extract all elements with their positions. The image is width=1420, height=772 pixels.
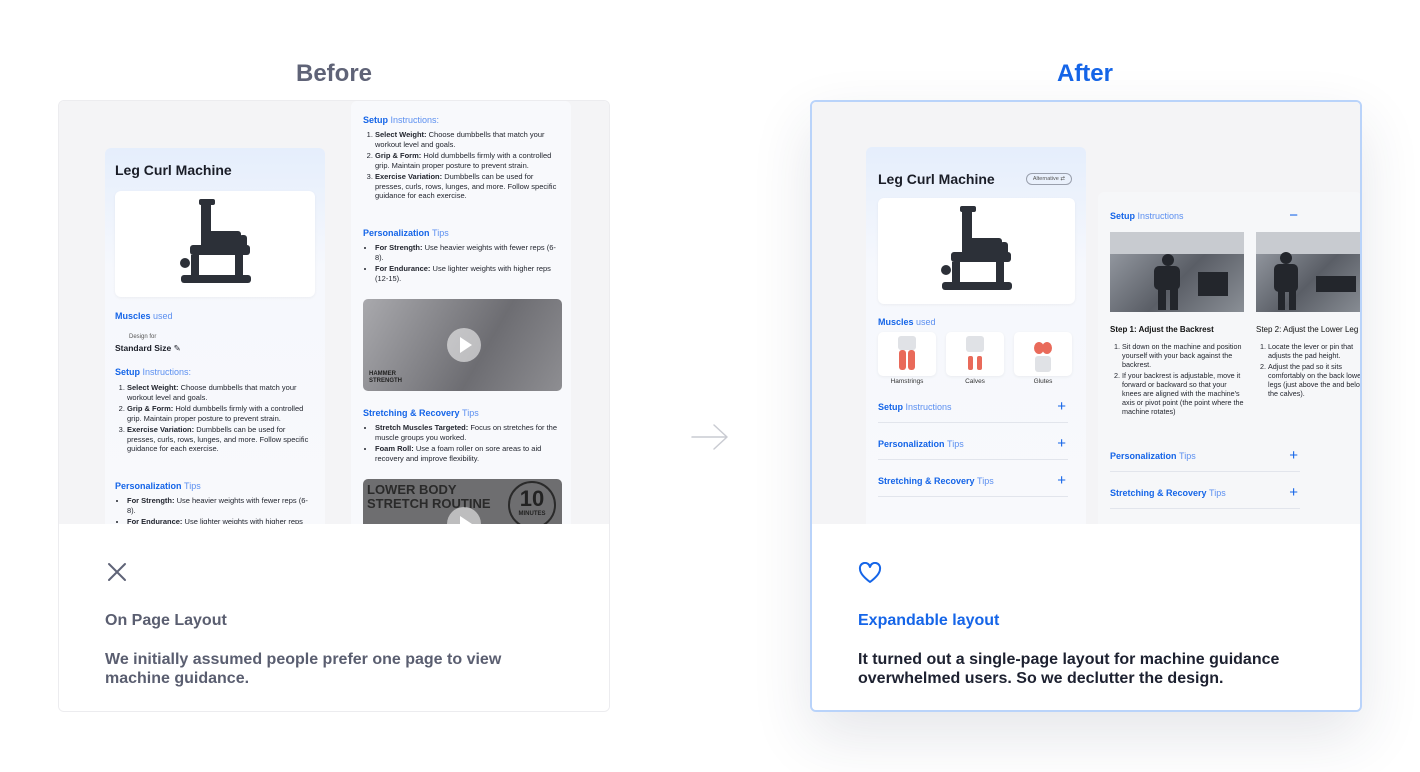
personalization-tips-list: For Strength: Use heavier weights with f… <box>363 243 563 285</box>
list-item: Exercise Variation: Dumbbells can be use… <box>127 425 313 454</box>
accordion-setup-instructions[interactable]: Setup Instructions + <box>878 399 1068 423</box>
before-card: Leg Curl Machine Muscles used Design for… <box>58 100 610 712</box>
list-item: Foam Roll: Use a foam roller on sore are… <box>375 444 563 463</box>
personalization-tips-heading: Personalization Tips <box>363 228 449 238</box>
muscle-label: Hamstrings <box>890 378 924 385</box>
list-item: Locate the lever or pin that adjusts the… <box>1268 342 1360 360</box>
close-icon <box>108 563 126 581</box>
video-brand-text: HAMMER STRENGTH <box>369 371 402 384</box>
list-item: Exercise Variation: Dumbbells can be use… <box>375 172 563 201</box>
setup-instructions-heading: Setup Instructions: <box>363 115 440 125</box>
machine-image-card <box>115 191 315 297</box>
hamstrings-icon <box>898 336 916 370</box>
accordion-setup-instructions-open[interactable]: Setup Instructions − <box>1110 208 1300 232</box>
muscle-label: Calves <box>965 378 985 385</box>
list-item: For Endurance: Use lighter weights with … <box>127 517 313 524</box>
arrow-right-icon <box>691 424 728 450</box>
step1-list: Sit down on the machine and position you… <box>1110 342 1246 418</box>
accordion-personalization-tips[interactable]: Personalization Tips + <box>1110 448 1300 472</box>
machine-title: Leg Curl Machine <box>878 171 995 187</box>
list-item: For Strength: Use heavier weights with f… <box>127 496 313 515</box>
step2-list: Locate the lever or pin that adjusts the… <box>1256 342 1360 400</box>
video-title-text: LOWER BODY STRETCH ROUTINE <box>367 482 491 511</box>
before-phone-right: Setup Instructions: Select Weight: Choos… <box>351 101 571 524</box>
plus-icon[interactable]: + <box>1057 436 1066 451</box>
list-item: Adjust the pad so it sits comfortably on… <box>1268 362 1360 398</box>
list-item: Sit down on the machine and position you… <box>1122 342 1246 369</box>
glutes-icon <box>1034 342 1052 372</box>
muscles-used-heading: Muscles used <box>878 317 936 327</box>
list-item: For Strength: Use heavier weights with f… <box>375 243 563 262</box>
muscle-card-glutes[interactable] <box>1014 332 1072 376</box>
leg-curl-machine-icon <box>180 199 251 283</box>
calves-icon <box>966 336 984 370</box>
muscles-used-heading: Muscles used <box>115 311 173 321</box>
setup-instructions-list: Select Weight: Choose dumbbells that mat… <box>115 383 313 456</box>
minus-icon[interactable]: − <box>1289 208 1298 223</box>
setup-instructions-list: Select Weight: Choose dumbbells that mat… <box>363 130 563 203</box>
muscle-label: Glutes <box>1033 378 1053 385</box>
standard-size-row[interactable]: Standard Size ✎ <box>115 343 181 354</box>
stretch-video[interactable]: LOWER BODY STRETCH ROUTINE 10 MINUTES <box>363 479 562 524</box>
personalization-tips-list: For Strength: Use heavier weights with f… <box>115 496 313 524</box>
machine-image-card <box>878 198 1075 304</box>
stretching-recovery-list: Stretch Muscles Targeted: Focus on stret… <box>363 423 563 465</box>
setup-instructions-heading: Setup Instructions: <box>115 367 192 377</box>
list-item: Grip & Form: Hold dumbbells firmly with … <box>127 404 313 423</box>
personalization-tips-heading: Personalization Tips <box>115 481 201 491</box>
before-screenshot: Leg Curl Machine Muscles used Design for… <box>59 101 609 524</box>
step1-photo <box>1110 232 1244 312</box>
timer-badge: 10 MINUTES <box>508 481 556 524</box>
after-caption: Expandable layout It turned out a single… <box>812 524 1360 710</box>
list-item: If your backrest is adjustable, move it … <box>1122 371 1246 416</box>
exercise-video[interactable]: HAMMER STRENGTH <box>363 299 562 391</box>
step2-photo <box>1256 232 1360 312</box>
caption-title: Expandable layout <box>858 612 1000 629</box>
list-item: Select Weight: Choose dumbbells that mat… <box>127 383 313 402</box>
before-caption: On Page Layout We initially assumed peop… <box>59 524 609 711</box>
caption-title: On Page Layout <box>105 612 227 629</box>
after-phone-right: Setup Instructions − Step 1: Adjust the … <box>1098 192 1360 524</box>
accordion-stretching-recovery[interactable]: Stretching & Recovery Tips + <box>1110 485 1300 509</box>
plus-icon[interactable]: + <box>1289 485 1298 500</box>
step1-title: Step 1: Adjust the Backrest <box>1110 325 1214 334</box>
pencil-icon[interactable]: ✎ <box>174 343 181 353</box>
swap-icon: ⇄ <box>1060 176 1065 182</box>
caption-body: We initially assumed people prefer one p… <box>105 651 502 687</box>
plus-icon[interactable]: + <box>1057 399 1066 414</box>
design-for-label: Design for <box>129 334 157 340</box>
step2-title: Step 2: Adjust the Lower Leg <box>1256 325 1359 334</box>
muscle-card-hamstrings[interactable] <box>878 332 936 376</box>
after-phone-left: Leg Curl Machine Alternative ⇄ Muscles u… <box>866 147 1086 524</box>
muscle-card-calves[interactable] <box>946 332 1004 376</box>
plus-icon[interactable]: + <box>1057 473 1066 488</box>
person-at-machine-icon <box>1110 232 1244 310</box>
alternative-button[interactable]: Alternative ⇄ <box>1025 173 1072 185</box>
stretching-recovery-heading: Stretching & Recovery Tips <box>363 408 479 418</box>
list-item: Grip & Form: Hold dumbbells firmly with … <box>375 151 563 170</box>
play-icon[interactable] <box>447 328 481 362</box>
person-adjusting-pad-icon <box>1256 232 1360 310</box>
accordion-stretching-recovery[interactable]: Stretching & Recovery Tips + <box>878 473 1068 497</box>
after-card: Leg Curl Machine Alternative ⇄ Muscles u… <box>810 100 1362 712</box>
list-item: Select Weight: Choose dumbbells that mat… <box>375 130 563 149</box>
list-item: Stretch Muscles Targeted: Focus on stret… <box>375 423 563 442</box>
caption-body: It turned out a single-page layout for m… <box>858 651 1280 687</box>
plus-icon[interactable]: + <box>1289 448 1298 463</box>
before-phone-left: Leg Curl Machine Muscles used Design for… <box>105 148 325 524</box>
after-screenshot: Leg Curl Machine Alternative ⇄ Muscles u… <box>812 102 1360 524</box>
heart-icon <box>858 562 882 583</box>
machine-title: Leg Curl Machine <box>115 162 232 178</box>
list-item: For Endurance: Use lighter weights with … <box>375 264 563 283</box>
after-heading: After <box>1056 60 1113 87</box>
accordion-personalization-tips[interactable]: Personalization Tips + <box>878 436 1068 460</box>
before-heading: Before <box>295 60 373 87</box>
leg-curl-machine-icon <box>941 206 1012 290</box>
